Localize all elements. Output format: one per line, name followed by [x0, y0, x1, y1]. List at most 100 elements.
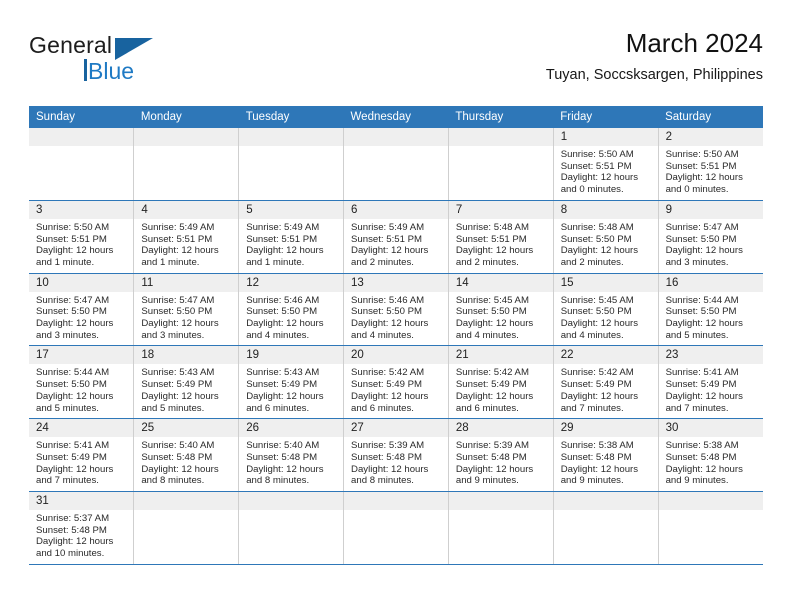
calendar-day-cell[interactable]: 5 Sunrise: 5:49 AM Sunset: 5:51 PM Daylight…: [238, 200, 345, 274]
sunset-time: Sunset: 5:50 PM: [246, 306, 318, 318]
day-number: 26: [239, 419, 344, 438]
day-number: 22: [553, 346, 658, 365]
day-cell-inner: 15 Sunrise: 5:45 AM Sunset: 5:50 PM Dayligh…: [553, 273, 658, 346]
calendar-day-cell[interactable]: 29 Sunrise: 5:38 AM Sunset: 5:48 PM Dayligh…: [553, 418, 659, 493]
calendar-day-cell[interactable]: 24 Sunrise: 5:41 AM Sunset: 5:49 PM Dayligh…: [29, 418, 135, 493]
calendar-day-cell[interactable]: 20 Sunrise: 5:42 AM Sunset: 5:49 PM Dayligh…: [343, 345, 449, 420]
daylight-duration-line1: Daylight: 12 hours: [141, 390, 219, 402]
sunrise-time: Sunrise: 5:46 AM: [351, 294, 425, 306]
calendar-day-cell[interactable]: 15 Sunrise: 5:45 AM Sunset: 5:50 PM Dayligh…: [553, 273, 659, 347]
daylight-duration-line2: and 1 minute.: [36, 256, 95, 268]
calendar-day-cell[interactable]: 23 Sunrise: 5:41 AM Sunset: 5:49 PM Dayligh…: [658, 345, 763, 420]
day-number: [344, 492, 448, 511]
day-cell-inner: 2 Sunrise: 5:50 AM Sunset: 5:51 PM Daylight…: [658, 128, 763, 200]
day-number: [344, 128, 448, 146]
sunrise-time: Sunrise: 5:44 AM: [36, 367, 110, 379]
sunrise-time: Sunrise: 5:49 AM: [246, 221, 320, 233]
day-cell-inner: 20 Sunrise: 5:42 AM Sunset: 5:49 PM Dayligh…: [344, 346, 448, 418]
calendar-day-cell[interactable]: 12 Sunrise: 5:46 AM Sunset: 5:50 PM Dayligh…: [238, 273, 345, 347]
day-cell-inner: 14 Sunrise: 5:45 AM Sunset: 5:50 PM Dayligh…: [448, 273, 553, 346]
calendar-day-cell[interactable]: 26 Sunrise: 5:40 AM Sunset: 5:48 PM Dayligh…: [238, 418, 345, 493]
daylight-duration-line1: Daylight: 12 hours: [455, 390, 534, 402]
calendar-day-cell[interactable]: 18 Sunrise: 5:43 AM Sunset: 5:49 PM Dayligh…: [133, 345, 240, 420]
calendar-day-cell[interactable]: 9 Sunrise: 5:47 AM Sunset: 5:50 PM Daylight…: [658, 200, 763, 274]
calendar-day-cell[interactable]: 1 Sunrise: 5:50 AM Sunset: 5:51 PM Daylight…: [553, 128, 659, 201]
sunrise-time: Sunrise: 5:42 AM: [351, 367, 425, 379]
daylight-duration-line2: and 0 minutes.: [665, 184, 729, 196]
day-sun-info: Sunrise: 5:42 AM Sunset: 5:49 PM Daylight:…: [554, 364, 658, 418]
calendar-empty-cell: [133, 491, 240, 565]
day-cell-inner: 28 Sunrise: 5:39 AM Sunset: 5:48 PM Dayligh…: [448, 419, 553, 491]
calendar-day-cell[interactable]: 14 Sunrise: 5:45 AM Sunset: 5:50 PM Dayligh…: [448, 273, 554, 347]
empty-cell-body: [449, 510, 553, 554]
sunset-time: Sunset: 5:48 PM: [351, 451, 422, 463]
calendar-day-cell[interactable]: 3 Sunrise: 5:50 AM Sunset: 5:51 PM Daylight…: [29, 200, 135, 274]
sunrise-sunset-calendar: Sunday Monday Tuesday Wednesday Thursday…: [29, 106, 763, 565]
day-number: 20: [344, 346, 448, 365]
sunrise-time: Sunrise: 5:49 AM: [351, 221, 425, 233]
daylight-duration-line1: Daylight: 12 hours: [246, 245, 324, 257]
calendar-empty-cell: [238, 491, 345, 565]
page-title: March 2024: [625, 28, 763, 58]
calendar-week-row: 31 Sunrise: 5:37 AM Sunset: 5:48 PM Dayligh…: [29, 491, 763, 565]
daylight-duration-line1: Daylight: 12 hours: [455, 318, 534, 330]
daylight-duration-line1: Daylight: 12 hours: [351, 318, 429, 330]
day-number: [239, 492, 344, 511]
calendar-day-cell[interactable]: 16 Sunrise: 5:44 AM Sunset: 5:50 PM Dayligh…: [658, 273, 763, 347]
day-sun-info: Sunrise: 5:50 AM Sunset: 5:51 PM Daylight:…: [29, 219, 133, 273]
day-number: 21: [448, 346, 553, 365]
day-cell-inner: [134, 128, 239, 200]
calendar-day-cell[interactable]: 31 Sunrise: 5:37 AM Sunset: 5:48 PM Dayligh…: [29, 491, 135, 565]
sunset-time: Sunset: 5:51 PM: [246, 233, 318, 245]
day-number: 24: [29, 419, 134, 438]
calendar-day-cell[interactable]: 11 Sunrise: 5:47 AM Sunset: 5:50 PM Dayligh…: [133, 273, 240, 347]
sunset-time: Sunset: 5:50 PM: [665, 306, 737, 318]
day-cell-inner: 5 Sunrise: 5:49 AM Sunset: 5:51 PM Daylight…: [239, 200, 344, 273]
day-sun-info: Sunrise: 5:41 AM Sunset: 5:49 PM Daylight:…: [659, 364, 763, 418]
day-cell-inner: 13 Sunrise: 5:46 AM Sunset: 5:50 PM Dayligh…: [344, 273, 448, 346]
calendar-day-cell[interactable]: 17 Sunrise: 5:44 AM Sunset: 5:50 PM Dayligh…: [29, 345, 135, 420]
daylight-duration-line2: and 9 minutes.: [665, 475, 729, 487]
daylight-duration-line1: Daylight: 12 hours: [246, 463, 324, 475]
calendar-day-cell[interactable]: 22 Sunrise: 5:42 AM Sunset: 5:49 PM Dayligh…: [553, 345, 659, 420]
calendar-day-cell[interactable]: 21 Sunrise: 5:42 AM Sunset: 5:49 PM Dayligh…: [448, 345, 554, 420]
weekday-header-row: Sunday Monday Tuesday Wednesday Thursday…: [29, 106, 763, 128]
day-number: 3: [29, 200, 134, 219]
day-sun-info: Sunrise: 5:42 AM Sunset: 5:49 PM Daylight:…: [344, 364, 448, 418]
calendar-day-cell[interactable]: 7 Sunrise: 5:48 AM Sunset: 5:51 PM Daylight…: [448, 200, 554, 274]
calendar-empty-cell: [448, 491, 554, 565]
day-cell-inner: 18 Sunrise: 5:43 AM Sunset: 5:49 PM Dayligh…: [134, 346, 239, 418]
calendar-page: General Blue March 2024 Tuyan, Soccsksar…: [0, 0, 792, 612]
calendar-day-cell[interactable]: 25 Sunrise: 5:40 AM Sunset: 5:48 PM Dayligh…: [133, 418, 240, 493]
calendar-day-cell[interactable]: 28 Sunrise: 5:39 AM Sunset: 5:48 PM Dayligh…: [448, 418, 554, 493]
sunset-time: Sunset: 5:50 PM: [665, 233, 737, 245]
day-number: [553, 492, 658, 511]
day-cell-inner: 19 Sunrise: 5:43 AM Sunset: 5:49 PM Dayligh…: [239, 346, 344, 418]
calendar-day-cell[interactable]: 19 Sunrise: 5:43 AM Sunset: 5:49 PM Dayligh…: [238, 345, 345, 420]
sunrise-time: Sunrise: 5:45 AM: [560, 294, 634, 306]
calendar-day-cell[interactable]: 4 Sunrise: 5:49 AM Sunset: 5:51 PM Daylight…: [133, 200, 240, 274]
calendar-day-cell[interactable]: 8 Sunrise: 5:48 AM Sunset: 5:50 PM Daylight…: [553, 200, 659, 274]
sunrise-time: Sunrise: 5:45 AM: [455, 294, 529, 306]
sunset-time: Sunset: 5:51 PM: [560, 160, 632, 172]
day-sun-info: Sunrise: 5:45 AM Sunset: 5:50 PM Daylight:…: [554, 292, 658, 346]
calendar-day-cell[interactable]: 13 Sunrise: 5:46 AM Sunset: 5:50 PM Dayligh…: [343, 273, 449, 347]
daylight-duration-line2: and 7 minutes.: [36, 475, 99, 487]
daylight-duration-line1: Daylight: 12 hours: [246, 318, 324, 330]
day-cell-inner: 7 Sunrise: 5:48 AM Sunset: 5:51 PM Daylight…: [448, 200, 553, 273]
day-sun-info: Sunrise: 5:50 AM Sunset: 5:51 PM Daylight:…: [554, 146, 658, 200]
calendar-empty-cell: [553, 491, 659, 565]
calendar-week-row: 10 Sunrise: 5:47 AM Sunset: 5:50 PM Dayligh…: [29, 273, 763, 347]
calendar-day-cell[interactable]: 10 Sunrise: 5:47 AM Sunset: 5:50 PM Dayligh…: [29, 273, 135, 347]
sunrise-time: Sunrise: 5:49 AM: [141, 221, 215, 233]
sunset-time: Sunset: 5:48 PM: [141, 451, 213, 463]
calendar-day-cell[interactable]: 6 Sunrise: 5:49 AM Sunset: 5:51 PM Daylight…: [343, 200, 449, 274]
general-blue-logo[interactable]: General Blue: [29, 32, 169, 90]
calendar-day-cell[interactable]: 27 Sunrise: 5:39 AM Sunset: 5:48 PM Dayligh…: [343, 418, 449, 493]
daylight-duration-line1: Daylight: 12 hours: [455, 463, 534, 475]
calendar-day-cell[interactable]: 30 Sunrise: 5:38 AM Sunset: 5:48 PM Dayligh…: [658, 418, 763, 493]
calendar-day-cell[interactable]: 2 Sunrise: 5:50 AM Sunset: 5:51 PM Daylight…: [658, 128, 763, 201]
sunrise-time: Sunrise: 5:48 AM: [560, 221, 634, 233]
day-cell-inner: 23 Sunrise: 5:41 AM Sunset: 5:49 PM Dayligh…: [658, 346, 763, 418]
sunrise-time: Sunrise: 5:50 AM: [36, 221, 110, 233]
